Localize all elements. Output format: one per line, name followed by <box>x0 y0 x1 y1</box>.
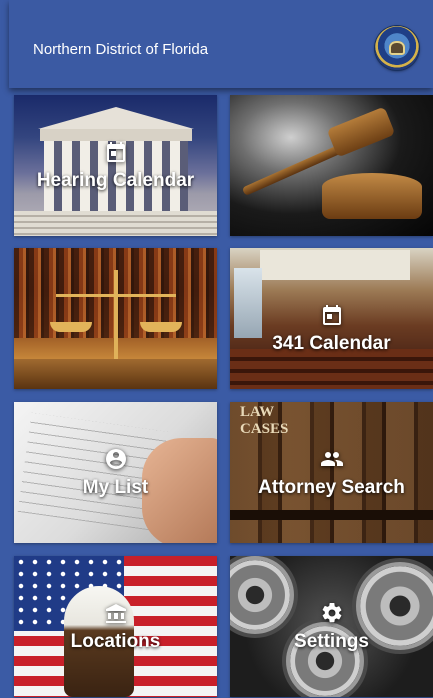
calendar-icon <box>106 141 125 162</box>
seal-eagle-emblem <box>389 41 405 55</box>
tile-label: My List <box>82 476 149 498</box>
tile-label: 341 Calendar <box>272 332 391 354</box>
people-icon <box>320 451 343 466</box>
court-seal-icon[interactable] <box>375 26 419 70</box>
tile-settings[interactable]: Settings <box>230 556 433 697</box>
tile-label: Locations <box>70 630 161 652</box>
scales-of-justice-photo <box>14 248 217 389</box>
tile-gavel[interactable] <box>230 95 433 236</box>
tile-my-list[interactable]: My List <box>14 402 217 543</box>
gavel-photo <box>230 95 433 236</box>
tile-scales[interactable] <box>14 248 217 389</box>
tile-label: Hearing Calendar <box>36 169 195 191</box>
building-icon <box>105 603 126 623</box>
tile-attorney-search[interactable]: LAW CASES Attorney Search <box>230 402 433 543</box>
calendar-icon <box>322 304 341 325</box>
tile-341-calendar[interactable]: 341 Calendar <box>230 248 433 389</box>
app-title: Northern District of Florida <box>33 41 209 58</box>
tile-label: Settings <box>294 630 369 652</box>
account-circle-icon <box>105 448 126 469</box>
gear-icon <box>322 602 341 622</box>
tile-hearing-calendar[interactable]: Hearing Calendar <box>14 95 217 236</box>
tile-label: Attorney Search <box>258 476 405 498</box>
app-header: Northern District of Florida <box>9 0 433 88</box>
tile-locations[interactable]: Locations <box>14 556 217 697</box>
